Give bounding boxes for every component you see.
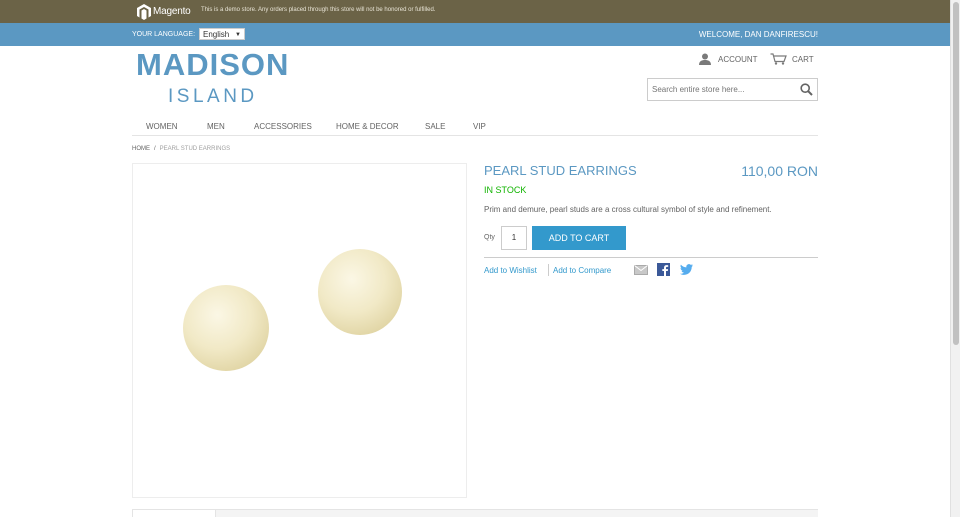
nav-item-home-decor[interactable]: HOME & DECOR: [336, 122, 399, 131]
twitter-icon[interactable]: [680, 264, 693, 275]
language-value: English: [203, 30, 230, 39]
product-tabs: [132, 509, 818, 517]
add-to-cart-button[interactable]: ADD TO CART: [532, 226, 626, 250]
cart-icon: [770, 53, 787, 65]
demo-notice-bar: Magento This is a demo store. Any orders…: [0, 0, 950, 23]
product-page: Magento This is a demo store. Any orders…: [0, 0, 960, 517]
add-to-wishlist-link[interactable]: Add to Wishlist: [484, 266, 537, 275]
breadcrumb: HOME / PEARL STUD EARRINGS: [132, 146, 230, 152]
nav-item-sale[interactable]: SALE: [425, 122, 445, 131]
tab-description[interactable]: [132, 509, 216, 517]
nav-item-vip[interactable]: VIP: [473, 122, 486, 131]
breadcrumb-current: PEARL STUD EARRINGS: [159, 146, 231, 152]
search-icon[interactable]: [800, 83, 813, 96]
add-to-compare-link[interactable]: Add to Compare: [553, 266, 611, 275]
page-scrollbar[interactable]: [950, 0, 960, 517]
link-divider: [548, 264, 549, 276]
cart-label: CART: [792, 54, 814, 64]
magento-logo-text: Magento: [153, 6, 191, 17]
breadcrumb-home[interactable]: HOME: [132, 146, 150, 152]
account-link[interactable]: ACCOUNT: [698, 53, 758, 65]
facebook-icon[interactable]: [657, 263, 670, 276]
qty-input[interactable]: 1: [501, 226, 527, 250]
account-icon: [699, 53, 711, 65]
nav-item-women[interactable]: WOMEN: [146, 122, 178, 131]
product-price: 110,00 RON: [741, 163, 818, 179]
account-label: ACCOUNT: [718, 54, 758, 64]
search-input[interactable]: [648, 79, 793, 100]
stock-status: IN STOCK: [484, 185, 527, 195]
nav-item-men[interactable]: MEN: [207, 122, 225, 131]
magento-logo: Magento: [137, 3, 191, 20]
language-select[interactable]: English ▼: [199, 28, 245, 40]
product-description: Prim and demure, pearl studs are a cross…: [484, 205, 772, 214]
pearl-left-image: [183, 285, 269, 371]
search-form: [647, 78, 818, 101]
language-label: YOUR LANGUAGE:: [132, 31, 196, 38]
pearl-right-image: [318, 249, 402, 335]
qty-label: Qty: [484, 234, 495, 241]
email-icon[interactable]: [634, 265, 648, 275]
demo-notice-text: This is a demo store. Any orders placed …: [201, 7, 436, 13]
magento-logo-icon: [137, 3, 151, 20]
divider: [484, 257, 818, 258]
product-name: PEARL STUD EARRINGS: [484, 163, 637, 178]
cart-link[interactable]: CART: [770, 53, 814, 65]
logo-sub-text: ISLAND: [168, 86, 258, 107]
logo-main-text: MADISON: [136, 47, 290, 82]
chevron-down-icon: ▼: [235, 32, 241, 38]
product-image[interactable]: [132, 163, 467, 498]
nav-item-accessories[interactable]: ACCESSORIES: [254, 122, 312, 131]
scrollbar-thumb[interactable]: [953, 2, 959, 345]
breadcrumb-separator: /: [154, 146, 156, 152]
main-nav: WOMEN MEN ACCESSORIES HOME & DECOR SALE …: [132, 117, 818, 136]
welcome-message: WELCOME, DAN DANFIRESCU!: [698, 30, 818, 39]
header-bar: YOUR LANGUAGE: English ▼ WELCOME, DAN DA…: [0, 23, 950, 46]
